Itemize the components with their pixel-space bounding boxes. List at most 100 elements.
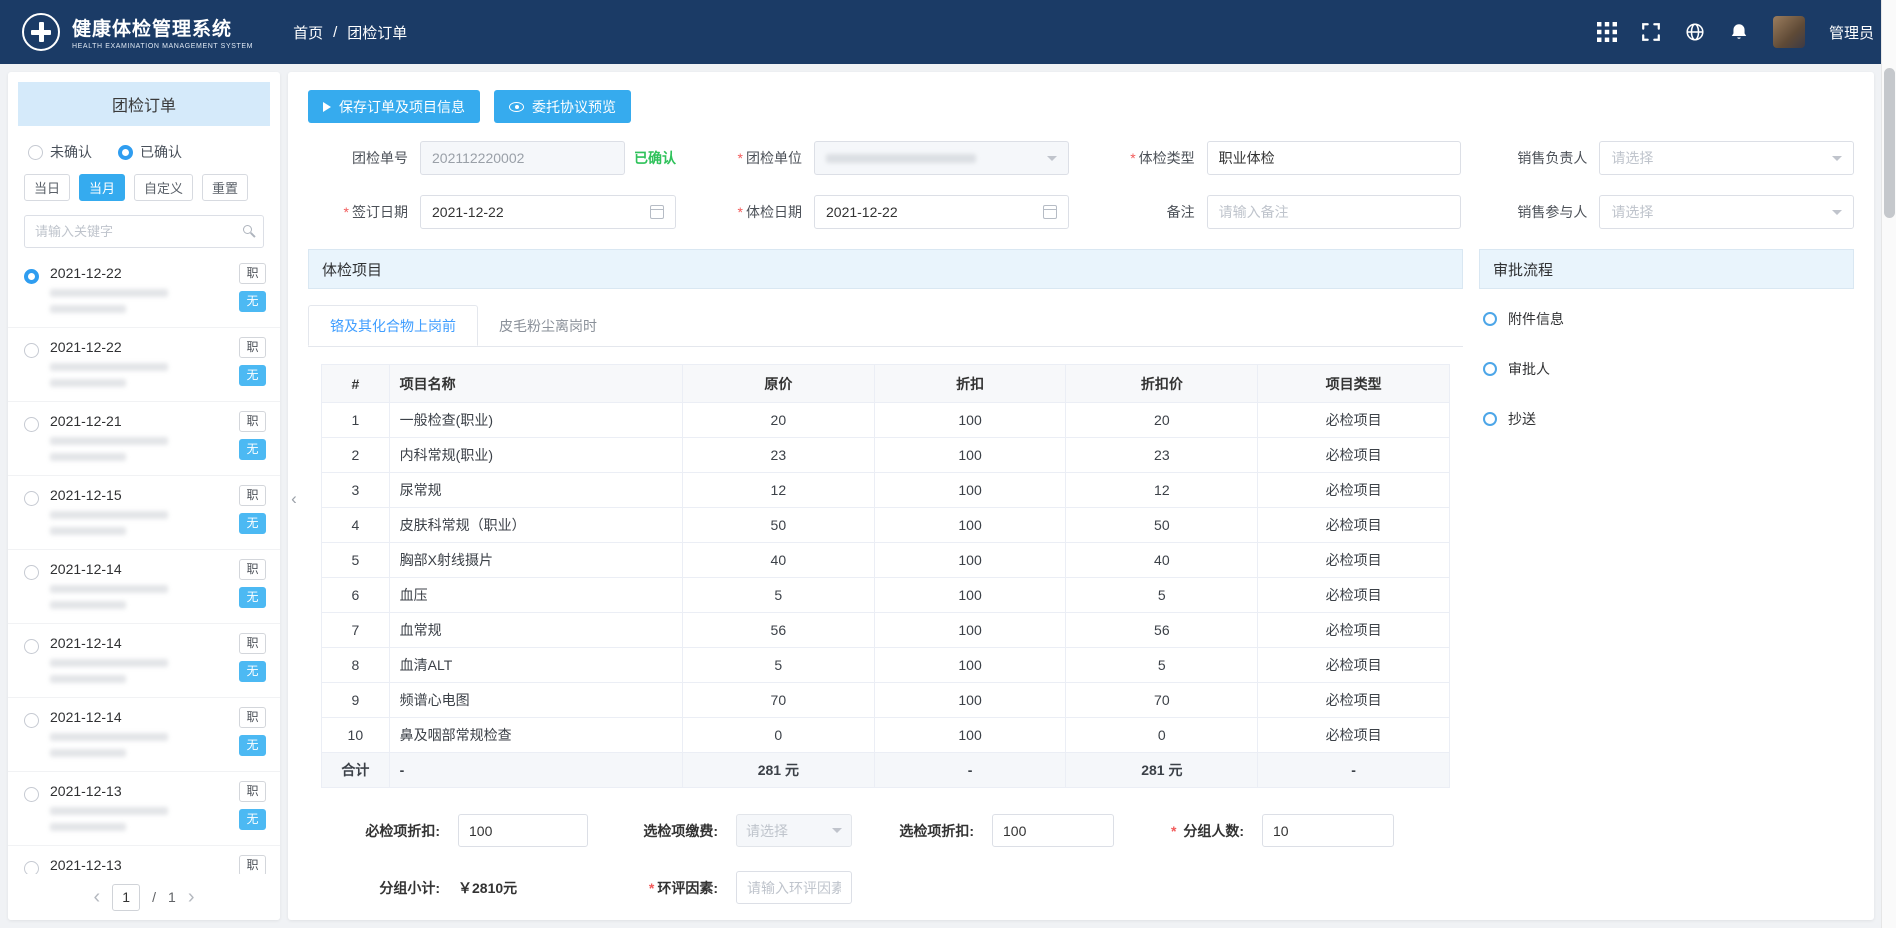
table-row-7[interactable]: 7 血常规 56 100 56 必检项目 (321, 612, 1450, 648)
order-list-item-3[interactable]: 2021-12-21 职无 (8, 402, 280, 476)
scrollbar-thumb[interactable] (1884, 68, 1895, 218)
page-scrollbar[interactable] (1881, 0, 1896, 928)
sales-participant-select[interactable]: 请选择 (1599, 195, 1854, 229)
optional-discount-label: 选检项折扣: (899, 822, 974, 839)
exam-type-input[interactable] (1206, 141, 1462, 175)
order-radio-icon[interactable] (24, 639, 39, 654)
order-radio-icon[interactable] (24, 861, 39, 874)
user-avatar[interactable] (1772, 16, 1805, 48)
order-radio-icon[interactable] (24, 787, 39, 802)
agreement-preview-button[interactable]: 委托协议预览 (494, 90, 631, 123)
user-role-label[interactable]: 管理员 (1829, 22, 1874, 43)
order-list-item-4[interactable]: 2021-12-15 职无 (8, 476, 280, 550)
order-radio-icon[interactable] (24, 491, 39, 506)
table-row-4[interactable]: 4 皮肤科常规（职业） 50 100 50 必检项目 (321, 507, 1450, 543)
table-row-5[interactable]: 5 胸部X射线摄片 40 100 40 必检项目 (321, 542, 1450, 578)
approval-steps: 附件信息 审批人 抄送 (1479, 289, 1854, 429)
bell-notification-icon[interactable] (1729, 22, 1749, 42)
pagination-next-icon[interactable]: › (188, 887, 195, 907)
breadcrumb-home[interactable]: 首页 (293, 22, 323, 43)
order-date: 2021-12-14 (50, 635, 122, 651)
sign-date-picker[interactable]: 2021-12-22 (420, 195, 676, 229)
radio-confirmed[interactable]: 已确认 (118, 142, 182, 162)
order-list-item-1[interactable]: 2021-12-22 职无 (8, 254, 280, 328)
sidebar-title: 团检订单 (18, 82, 270, 126)
table-row-10[interactable]: 10 鼻及咽部常规检查 0 100 0 必检项目 (321, 717, 1450, 753)
sales-lead-select[interactable]: 请选择 (1599, 141, 1854, 175)
table-row-6[interactable]: 6 血压 5 100 5 必检项目 (321, 577, 1450, 613)
required-mark: * (737, 204, 743, 220)
exam-date-picker[interactable]: 2021-12-22 (814, 195, 1069, 229)
keyword-search-input[interactable] (24, 215, 264, 248)
table-row-3[interactable]: 3 尿常规 12 100 12 必检项目 (321, 472, 1450, 508)
order-list-item-5[interactable]: 2021-12-14 职无 (8, 550, 280, 624)
order-radio-icon[interactable] (24, 343, 39, 358)
save-order-button[interactable]: 保存订单及项目信息 (308, 90, 480, 123)
filter-button-1[interactable]: 当日 (24, 174, 71, 201)
filter-button-4[interactable]: 重置 (202, 174, 249, 201)
redacted-text-line (50, 823, 126, 831)
order-radio-icon[interactable] (24, 417, 39, 432)
pagination-current-page[interactable]: 1 (112, 883, 141, 911)
order-radio-icon[interactable] (24, 269, 39, 284)
calendar-icon (1042, 205, 1057, 219)
project-tab-1[interactable]: 铬及其化合物上岗前 (308, 305, 478, 346)
project-tab-2[interactable]: 皮毛粉尘离岗时 (478, 305, 618, 346)
order-date: 2021-12-21 (50, 413, 122, 429)
remark-input[interactable] (1206, 195, 1462, 229)
pagination-prev-icon[interactable]: ‹ (93, 887, 100, 907)
step-circle-icon[interactable] (1483, 362, 1497, 376)
table-row-2[interactable]: 2 内科常规(职业) 23 100 23 必检项目 (321, 437, 1450, 473)
filter-button-2[interactable]: 当月 (79, 174, 126, 201)
order-badge: 职 (239, 337, 266, 358)
column-header: 折扣价 (1065, 364, 1259, 403)
project-tabs: 铬及其化合物上岗前 皮毛粉尘离岗时 (308, 305, 1463, 347)
order-list-item-8[interactable]: 2021-12-13 职无 (8, 772, 280, 846)
table-cell: 5 (681, 647, 875, 683)
table-cell: 8 (321, 647, 390, 683)
required-discount-input[interactable] (458, 814, 588, 847)
table-cell: 5 (1065, 577, 1259, 613)
table-row-8[interactable]: 8 血清ALT 5 100 5 必检项目 (321, 647, 1450, 683)
env-factor-input[interactable] (736, 871, 852, 904)
optional-discount-input[interactable] (992, 814, 1114, 847)
order-list-item-9[interactable]: 2021-12-13 职 (8, 846, 280, 874)
step-circle-icon[interactable] (1483, 312, 1497, 326)
header-actions: 管理员 (1596, 16, 1874, 48)
table-row-1[interactable]: 1 一般检查(职业) 20 100 20 必检项目 (321, 402, 1450, 438)
table-cell: 0 (1065, 717, 1259, 753)
radio-circle-icon[interactable] (28, 144, 43, 160)
order-list-item-6[interactable]: 2021-12-14 职无 (8, 624, 280, 698)
step-circle-icon[interactable] (1483, 412, 1497, 426)
globe-language-icon[interactable] (1685, 22, 1705, 42)
chevron-down-icon (832, 828, 842, 833)
table-cell: 100 (873, 437, 1067, 473)
table-cell: 尿常规 (388, 472, 683, 508)
order-radio-icon[interactable] (24, 565, 39, 580)
approval-flow-header: 审批流程 (1479, 249, 1854, 289)
filter-button-3[interactable]: 自定义 (134, 174, 194, 201)
order-list-item-7[interactable]: 2021-12-14 职无 (8, 698, 280, 772)
redacted-text-line (50, 379, 126, 387)
order-item-body: 2021-12-22 (50, 339, 268, 387)
radio-circle-checked-icon[interactable] (118, 144, 133, 160)
radio-unconfirmed[interactable]: 未确认 (28, 142, 92, 162)
pagination-total-pages: 1 (168, 889, 176, 905)
group-count-input[interactable] (1262, 814, 1394, 847)
apps-grid-icon[interactable] (1596, 22, 1617, 42)
order-badge: 职 (239, 559, 266, 580)
table-cell: 1 (321, 402, 390, 438)
sidebar-collapse-icon[interactable]: ‹ (286, 478, 302, 520)
table-row-9[interactable]: 9 频谱心电图 70 100 70 必检项目 (321, 682, 1450, 718)
order-item-body: 2021-12-13 (50, 783, 268, 831)
fullscreen-icon[interactable] (1641, 22, 1661, 42)
order-radio-icon[interactable] (24, 713, 39, 728)
order-list-item-2[interactable]: 2021-12-22 职无 (8, 328, 280, 402)
step-label: 审批人 (1508, 361, 1550, 377)
order-badge: 职 (239, 707, 266, 728)
table-cell: 必检项目 (1257, 647, 1450, 683)
exam-projects-section: 体检项目 铬及其化合物上岗前 皮毛粉尘离岗时 # 项目名称 原价 折扣 折扣价 项目类型 1… (308, 249, 1463, 904)
calendar-icon (650, 205, 664, 219)
required-mark: * (737, 150, 743, 166)
table-cell: 必检项目 (1257, 507, 1450, 543)
